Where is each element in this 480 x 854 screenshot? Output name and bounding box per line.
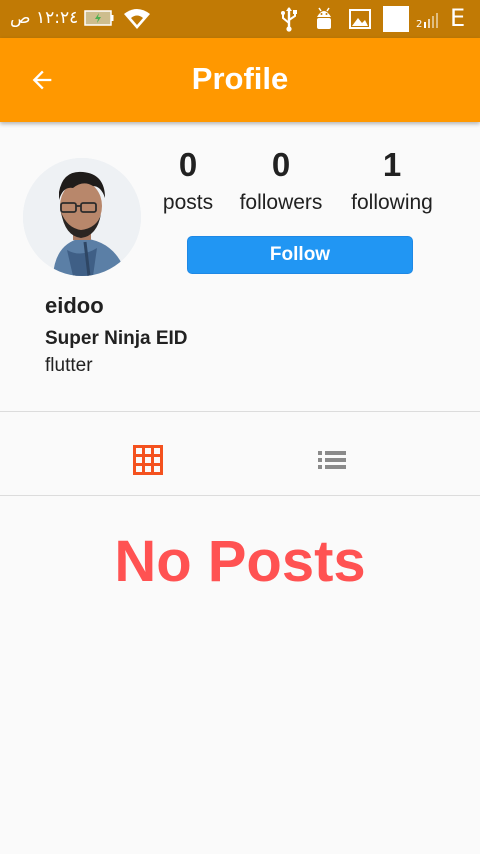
notification-icon: [383, 6, 409, 32]
status-time: ١٢:٢٤ ص: [10, 8, 79, 28]
followers-label: followers: [239, 191, 323, 214]
following-count: 1: [382, 146, 402, 183]
image-icon: [349, 9, 371, 29]
bio: flutter: [45, 355, 93, 376]
divider-top: [0, 411, 480, 412]
android-icon: [317, 7, 331, 29]
list-view-button[interactable]: [312, 440, 352, 480]
network-type: E: [450, 4, 466, 32]
battery-icon: [84, 10, 114, 26]
usb-icon: [281, 7, 297, 32]
follow-button[interactable]: Follow: [187, 236, 413, 274]
list-icon: [318, 451, 346, 469]
following-label: following: [351, 191, 433, 214]
avatar: [23, 158, 141, 276]
grid-view-button[interactable]: [128, 440, 168, 480]
signal-icon: 2: [416, 13, 438, 30]
grid-icon: [133, 445, 163, 475]
stat-followers: 0 followers: [226, 146, 336, 216]
stat-following: 1 following: [337, 146, 447, 216]
followers-count: 0: [271, 146, 291, 183]
app-bar: Profile: [0, 38, 480, 122]
status-bar: ١٢:٢٤ ص 2 E: [0, 0, 480, 38]
wifi-icon: [124, 9, 150, 29]
profile-photo: [23, 158, 141, 276]
no-posts-message: No Posts: [114, 529, 366, 594]
full-name: Super Ninja EID: [45, 328, 188, 349]
divider-bottom: [0, 495, 480, 496]
username: eidoo: [45, 293, 104, 318]
svg-text:2: 2: [416, 19, 422, 30]
page-title: Profile: [191, 61, 289, 96]
